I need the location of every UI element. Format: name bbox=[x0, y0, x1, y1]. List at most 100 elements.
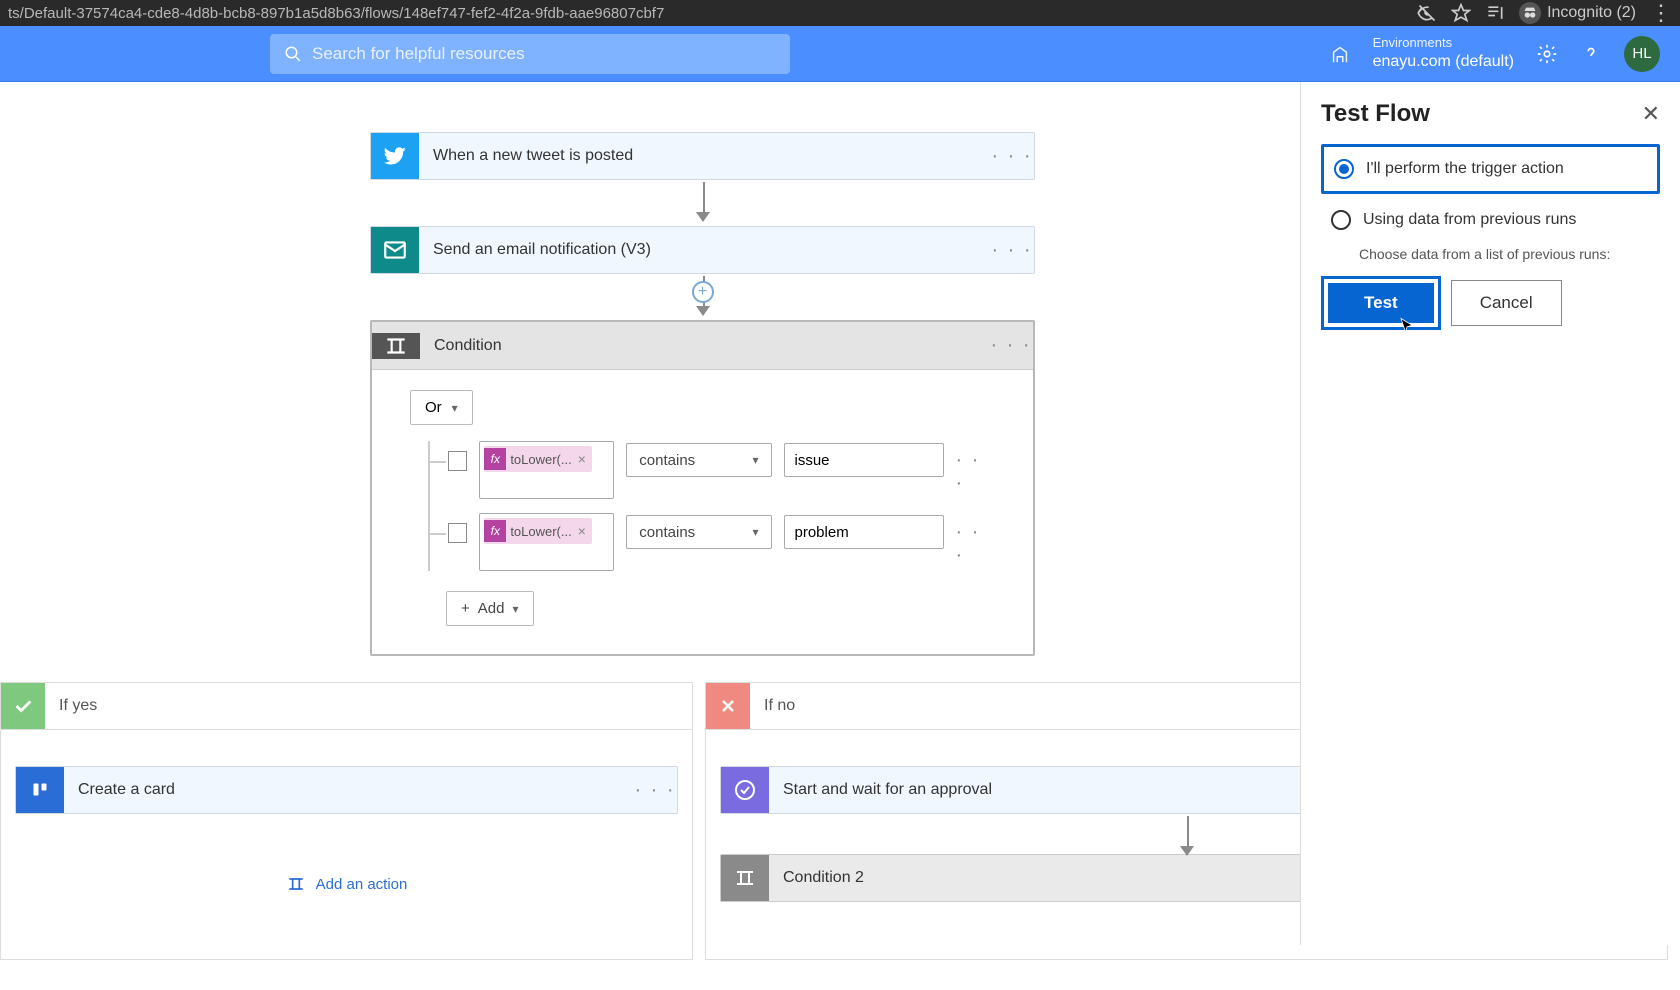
environment-icon bbox=[1329, 43, 1351, 65]
radio-label-trigger: I'll perform the trigger action bbox=[1366, 160, 1564, 178]
card-more-button[interactable]: · · · bbox=[990, 227, 1034, 273]
add-action-label: Add an action bbox=[316, 876, 408, 893]
gear-icon[interactable] bbox=[1536, 43, 1558, 65]
incognito-label: Incognito (2) bbox=[1547, 4, 1636, 22]
reading-list-icon[interactable] bbox=[1485, 3, 1505, 23]
mail-icon bbox=[371, 227, 419, 273]
token-remove-button[interactable]: × bbox=[578, 523, 586, 539]
add-row-label: Add bbox=[478, 600, 505, 617]
radio-previous-runs[interactable]: Using data from previous runs bbox=[1321, 198, 1660, 242]
operator-dropdown[interactable]: contains ▾ bbox=[626, 515, 771, 549]
panel-close-button[interactable]: ✕ bbox=[1642, 101, 1660, 127]
help-icon[interactable] bbox=[1580, 43, 1602, 65]
card-more-button[interactable]: · · · bbox=[990, 133, 1034, 179]
test-button-highlight: Test bbox=[1321, 276, 1441, 330]
token-text: toLower(... bbox=[510, 452, 571, 467]
test-button[interactable]: Test bbox=[1328, 283, 1434, 323]
radio-perform-trigger[interactable]: I'll perform the trigger action bbox=[1321, 144, 1660, 194]
search-box[interactable] bbox=[270, 34, 790, 74]
add-row-button[interactable]: + Add ▾ bbox=[446, 591, 534, 626]
condition-icon bbox=[721, 855, 769, 901]
fx-icon: fx bbox=[484, 520, 506, 542]
incognito-icon bbox=[1519, 2, 1541, 24]
action-card-email[interactable]: Send an email notification (V3) · · · bbox=[370, 226, 1035, 274]
browser-right-icons: Incognito (2) ⋮ bbox=[1417, 0, 1672, 26]
chevron-down-icon: ▾ bbox=[752, 453, 758, 467]
avatar-initials: HL bbox=[1632, 45, 1651, 62]
eye-off-icon[interactable] bbox=[1417, 3, 1437, 23]
branch-yes-label: If yes bbox=[45, 697, 97, 715]
plus-icon: + bbox=[461, 600, 470, 617]
row-checkbox[interactable] bbox=[448, 523, 467, 543]
condition-card[interactable]: Condition · · · Or ▾ fx toLower(... bbox=[370, 320, 1035, 656]
expression-field[interactable]: fx toLower(... × bbox=[479, 513, 614, 571]
expression-field[interactable]: fx toLower(... × bbox=[479, 441, 614, 499]
chevron-down-icon: ▾ bbox=[512, 602, 518, 616]
star-icon[interactable] bbox=[1451, 3, 1471, 23]
row-more-button[interactable]: · · · bbox=[956, 449, 996, 495]
condition-row: fx toLower(... × contains ▾ · · · bbox=[430, 441, 995, 499]
branch-yes-header: If yes bbox=[0, 682, 693, 730]
token-remove-button[interactable]: × bbox=[578, 451, 586, 467]
group-operator-dropdown[interactable]: Or ▾ bbox=[410, 390, 473, 425]
trigger-card-twitter[interactable]: When a new tweet is posted · · · bbox=[370, 132, 1035, 180]
condition-icon bbox=[372, 333, 420, 359]
add-action-button[interactable]: Add an action bbox=[15, 874, 678, 894]
card-more-button[interactable]: · · · bbox=[633, 779, 677, 802]
browser-address-bar: ts/Default-37574ca4-cde8-4d8b-bcb8-897b1… bbox=[0, 0, 1680, 26]
condition-row: fx toLower(... × contains ▾ · · · bbox=[430, 513, 995, 571]
twitter-icon bbox=[371, 133, 419, 179]
fx-icon: fx bbox=[484, 448, 506, 470]
expression-token: fx toLower(... × bbox=[484, 446, 592, 472]
operator-value: contains bbox=[639, 452, 695, 469]
flow-column: When a new tweet is posted · · · Send an… bbox=[370, 132, 1035, 656]
row-checkbox[interactable] bbox=[448, 451, 467, 471]
panel-title: Test Flow bbox=[1321, 100, 1430, 128]
browser-url: ts/Default-37574ca4-cde8-4d8b-bcb8-897b1… bbox=[8, 5, 1417, 22]
branch-yes-body: Create a card · · · Add an action bbox=[0, 730, 693, 960]
app-header: Environments enayu.com (default) HL bbox=[0, 26, 1680, 82]
branch-no-label: If no bbox=[750, 697, 795, 715]
connector-arrow bbox=[1177, 814, 1197, 854]
value-input[interactable] bbox=[784, 515, 944, 549]
condition-header[interactable]: Condition · · · bbox=[372, 322, 1033, 370]
panel-buttons: Test Cancel bbox=[1321, 276, 1660, 330]
check-icon bbox=[1, 683, 45, 729]
cancel-button[interactable]: Cancel bbox=[1451, 280, 1562, 326]
radio-icon bbox=[1331, 210, 1351, 230]
previous-runs-hint: Choose data from a list of previous runs… bbox=[1359, 246, 1660, 262]
trigger-title: When a new tweet is posted bbox=[419, 133, 990, 179]
panel-header: Test Flow ✕ bbox=[1321, 100, 1660, 128]
condition-title: Condition bbox=[420, 337, 989, 355]
action-card-trello[interactable]: Create a card · · · bbox=[15, 766, 678, 814]
approval-icon bbox=[721, 767, 769, 813]
connector-arrow-add: + bbox=[370, 274, 1035, 320]
condition-rows: fx toLower(... × contains ▾ · · · bbox=[428, 441, 995, 571]
environment-name: enayu.com (default) bbox=[1373, 52, 1514, 73]
branch-yes: If yes Create a card · · · Add an action bbox=[0, 682, 705, 990]
environment-picker[interactable]: Environments enayu.com (default) bbox=[1373, 35, 1514, 73]
add-step-button[interactable]: + bbox=[692, 281, 714, 303]
browser-menu-icon[interactable]: ⋮ bbox=[1650, 0, 1672, 26]
card-more-button[interactable]: · · · bbox=[989, 334, 1033, 357]
chevron-down-icon: ▾ bbox=[752, 525, 758, 539]
radio-label-previous: Using data from previous runs bbox=[1363, 211, 1576, 229]
expression-token: fx toLower(... × bbox=[484, 518, 592, 544]
environment-label: Environments bbox=[1373, 35, 1514, 52]
row-more-button[interactable]: · · · bbox=[956, 521, 996, 567]
chevron-down-icon: ▾ bbox=[452, 401, 458, 415]
trello-title: Create a card bbox=[64, 781, 633, 799]
token-text: toLower(... bbox=[510, 524, 571, 539]
add-action-icon bbox=[286, 874, 306, 894]
incognito-indicator[interactable]: Incognito (2) bbox=[1519, 2, 1636, 24]
avatar[interactable]: HL bbox=[1624, 36, 1660, 72]
radio-icon bbox=[1334, 159, 1354, 179]
operator-dropdown[interactable]: contains ▾ bbox=[626, 443, 771, 477]
trello-icon bbox=[16, 767, 64, 813]
search-icon bbox=[284, 45, 302, 63]
search-input[interactable] bbox=[312, 44, 776, 64]
value-input[interactable] bbox=[784, 443, 944, 477]
group-operator-label: Or bbox=[425, 399, 442, 416]
test-flow-panel: Test Flow ✕ I'll perform the trigger act… bbox=[1300, 82, 1680, 945]
email-title: Send an email notification (V3) bbox=[419, 227, 990, 273]
